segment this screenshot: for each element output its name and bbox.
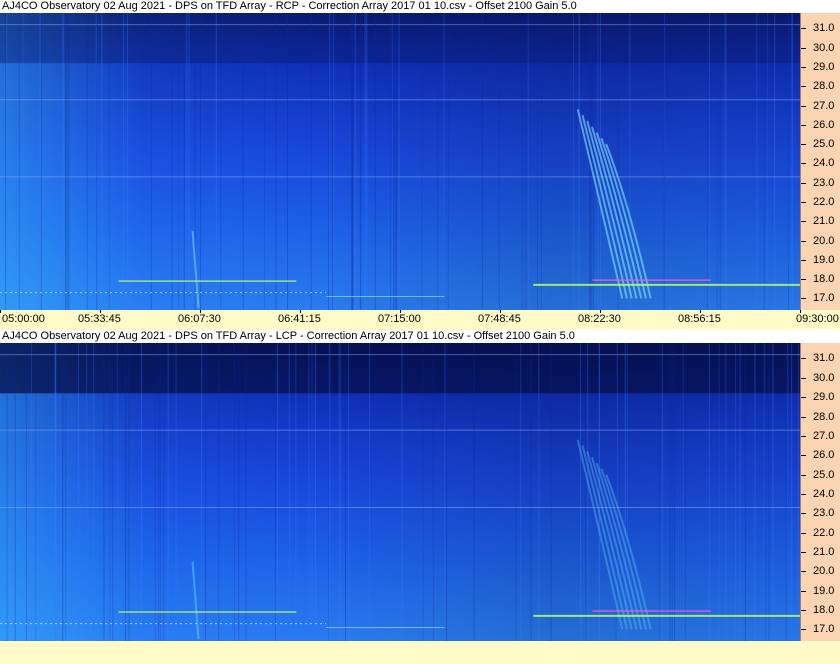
frequency-tick-mark [801, 397, 806, 399]
burst-arc [581, 114, 628, 299]
burst-arc [581, 445, 628, 630]
time-tick-label: 08:22:30 [578, 313, 621, 325]
rcp-panel: AJ4CO Observatory 02 Aug 2021 - DPS on T… [0, 0, 840, 330]
frequency-tick-label: 26.0 [813, 449, 835, 462]
frequency-tick-mark [801, 202, 806, 203]
frequency-tick-mark [801, 532, 806, 534]
lcp-spectrogram-overlay [0, 343, 800, 641]
frequency-tick-mark [801, 163, 806, 165]
frequency-tick-label: 25.0 [813, 138, 835, 151]
frequency-tick-label: 22.0 [813, 526, 835, 539]
burst-arc [586, 120, 633, 299]
frequency-tick-label: 27.0 [813, 99, 835, 112]
frequency-tick-label: 18.0 [813, 273, 835, 286]
rcp-time-axis: 05:00:00 05:33:45 06:07:30 06:41:15 07:15:00… [0, 310, 840, 330]
frequency-tick-mark [801, 67, 806, 68]
frequency-tick-mark [801, 259, 806, 261]
time-tick-label: 07:48:45 [478, 313, 521, 325]
frequency-tick-mark [801, 240, 806, 242]
rcp-spectrogram-overlay [0, 13, 800, 310]
time-tick-label: 07:15:00 [378, 313, 421, 325]
frequency-tick-label: 23.0 [813, 507, 835, 520]
frequency-tick-mark [801, 182, 806, 184]
time-tick-label: 05:33:45 [78, 313, 121, 325]
frequency-tick-mark [801, 416, 806, 418]
frequency-tick-label: 29.0 [813, 391, 835, 404]
frequency-tick-mark [801, 377, 806, 379]
burst-arc [191, 561, 200, 640]
lcp-panel: AJ4CO Observatory 02 Aug 2021 - DPS on T… [0, 330, 840, 664]
frequency-tick-label: 20.0 [813, 565, 835, 578]
dark-frequency-band [0, 13, 800, 64]
frequency-tick-label: 18.0 [813, 604, 835, 617]
frequency-tick-label: 29.0 [813, 61, 835, 73]
burst-arc [576, 109, 624, 299]
frequency-tick-label: 17.0 [813, 292, 835, 305]
frequency-tick-label: 17.0 [813, 623, 835, 636]
frequency-tick-label: 21.0 [813, 215, 835, 228]
frequency-tick-mark [801, 28, 806, 30]
frequency-tick-label: 28.0 [813, 80, 835, 93]
frequency-tick-mark [801, 358, 806, 360]
frequency-tick-label: 30.0 [813, 371, 835, 384]
rcp-frequency-axis: 31.0 30.0 29.0 28.0 27.0 26.0 25.0 24.0 23.0 22.0… [800, 13, 840, 310]
lcp-title: AJ4CO Observatory 02 Aug 2021 - DPS on T… [0, 330, 840, 343]
frequency-tick-mark [801, 513, 806, 515]
frequency-tick-label: 20.0 [813, 234, 835, 247]
frequency-tick-label: 31.0 [813, 352, 835, 365]
frequency-tick-label: 22.0 [813, 196, 835, 208]
time-tick-label: 06:07:30 [178, 313, 221, 325]
lcp-spectrogram [0, 343, 800, 641]
frequency-tick-mark [801, 610, 806, 612]
dark-frequency-band [0, 343, 800, 394]
time-tick-label: 08:56:15 [678, 313, 721, 325]
frequency-tick-label: 23.0 [813, 176, 835, 189]
lcp-time-axis [0, 641, 840, 661]
frequency-tick-mark [801, 571, 806, 573]
frequency-tick-mark [801, 221, 806, 223]
frequency-tick-label: 25.0 [813, 468, 835, 481]
frequency-tick-mark [801, 590, 806, 592]
frequency-tick-mark [801, 435, 806, 437]
time-tick-label: 06:41:15 [278, 313, 321, 325]
rcp-title: AJ4CO Observatory 02 Aug 2021 - DPS on T… [0, 0, 840, 13]
frequency-tick-mark [801, 629, 806, 631]
frequency-tick-label: 26.0 [813, 118, 835, 131]
frequency-tick-mark [801, 551, 806, 553]
frequency-tick-mark [801, 105, 806, 107]
frequency-tick-mark [801, 279, 806, 281]
frequency-tick-mark [801, 86, 806, 88]
frequency-tick-mark [801, 144, 806, 146]
frequency-tick-label: 24.0 [813, 487, 835, 500]
frequency-tick-mark [801, 298, 806, 300]
frequency-tick-mark [801, 47, 806, 49]
frequency-tick-label: 24.0 [813, 157, 835, 170]
time-tick-label: 05:00:00 [2, 313, 45, 325]
frequency-tick-label: 19.0 [813, 584, 835, 597]
frequency-tick-label: 19.0 [813, 253, 835, 266]
frequency-tick-label: 21.0 [813, 545, 835, 558]
frequency-tick-mark [801, 474, 806, 476]
frequency-tick-label: 30.0 [813, 41, 835, 54]
frequency-tick-mark [801, 493, 806, 495]
time-tick-mark [0, 310, 1, 313]
rcp-spectrogram [0, 13, 800, 310]
time-tick-label: 09:30:00 [796, 313, 839, 325]
frequency-tick-label: 27.0 [813, 429, 835, 442]
frequency-tick-mark [801, 455, 806, 457]
lcp-frequency-axis: 31.0 30.0 29.0 28.0 27.0 26.0 25.0 24.0 23.0 22.0… [800, 343, 840, 641]
frequency-tick-label: 28.0 [813, 410, 835, 423]
frequency-tick-mark [801, 124, 806, 126]
frequency-tick-label: 31.0 [813, 22, 835, 35]
